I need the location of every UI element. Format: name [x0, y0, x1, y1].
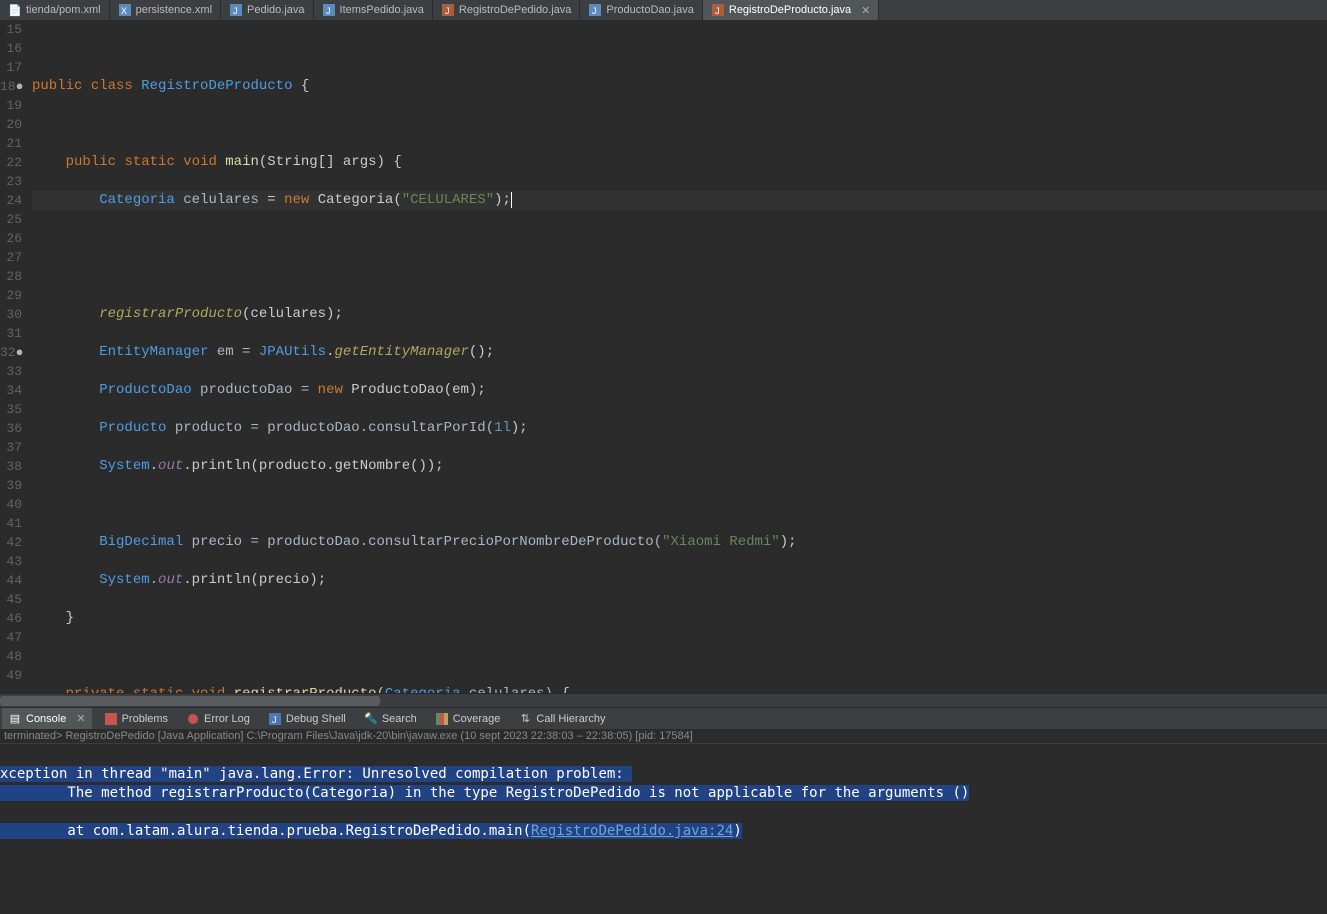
close-icon[interactable]: ✕ — [76, 712, 85, 725]
stacktrace-link[interactable]: RegistroDePedido.java:24 — [531, 823, 733, 839]
scrollbar-thumb[interactable] — [0, 696, 380, 706]
debug-icon: J — [268, 712, 282, 726]
java-icon: J — [322, 3, 336, 17]
debugshell-tab[interactable]: J Debug Shell — [262, 708, 352, 729]
line-gutter: 15 16 17 18● 19 20 21 22 23 24 25 26 27 … — [0, 20, 28, 693]
console-stacktrace: at com.latam.alura.tienda.prueba.Registr… — [0, 823, 742, 839]
console-status: terminated> RegistroDePedido [Java Appli… — [0, 729, 1327, 744]
tab-label: RegistroDePedido.java — [459, 4, 572, 16]
java-icon: J — [588, 3, 602, 17]
tab-registroproducto[interactable]: J RegistroDeProducto.java ✕ — [703, 0, 880, 20]
search-tab[interactable]: 🔦 Search — [358, 708, 423, 729]
tab-label: persistence.xml — [136, 4, 212, 16]
svg-text:J: J — [272, 715, 277, 725]
close-icon[interactable]: ✕ — [861, 4, 870, 17]
horizontal-scrollbar[interactable]: ‹ — [0, 693, 1327, 707]
tab-persistence[interactable]: X persistence.xml — [110, 0, 221, 20]
editor-tabbar: 📄 tienda/pom.xml X persistence.xml J Ped… — [0, 0, 1327, 20]
console-error-line: The method registrarProducto(Categoria) … — [0, 785, 969, 801]
coverage-icon — [435, 712, 449, 726]
tab-label: tienda/pom.xml — [26, 4, 101, 16]
problems-icon — [104, 712, 118, 726]
console-output[interactable]: xception in thread "main" java.lang.Erro… — [0, 744, 1327, 914]
tab-productodao[interactable]: J ProductoDao.java — [580, 0, 702, 20]
callhierarchy-tab[interactable]: ⇅ Call Hierarchy — [512, 708, 611, 729]
problems-tab[interactable]: Problems — [98, 708, 174, 729]
console-error-line: xception in thread "main" java.lang.Erro… — [0, 766, 632, 782]
errorlog-tab[interactable]: Error Log — [180, 708, 256, 729]
coverage-tab[interactable]: Coverage — [429, 708, 507, 729]
svg-text:J: J — [445, 6, 450, 16]
tab-registropedido[interactable]: J RegistroDePedido.java — [433, 0, 581, 20]
tab-label: RegistroDeProducto.java — [729, 4, 851, 16]
code-area[interactable]: public class RegistroDeProducto { public… — [28, 20, 1327, 693]
svg-text:X: X — [121, 6, 127, 16]
svg-text:J: J — [233, 6, 238, 16]
tab-label: ProductoDao.java — [606, 4, 693, 16]
tab-label: Pedido.java — [247, 4, 305, 16]
svg-text:J: J — [715, 6, 720, 16]
code-editor[interactable]: 15 16 17 18● 19 20 21 22 23 24 25 26 27 … — [0, 20, 1327, 693]
tab-itemspedido[interactable]: J ItemsPedido.java — [314, 0, 433, 20]
tab-label: ItemsPedido.java — [340, 4, 424, 16]
java-icon: J — [229, 3, 243, 17]
console-icon: ▤ — [8, 712, 22, 726]
svg-text:J: J — [326, 6, 331, 16]
java-icon: J — [441, 3, 455, 17]
tab-pom[interactable]: 📄 tienda/pom.xml — [0, 0, 110, 20]
tab-pedido[interactable]: J Pedido.java — [221, 0, 314, 20]
errorlog-icon — [186, 712, 200, 726]
svg-text:J: J — [592, 6, 597, 16]
xml-icon: X — [118, 3, 132, 17]
hierarchy-icon: ⇅ — [518, 712, 532, 726]
search-icon: 🔦 — [364, 712, 378, 726]
bottom-panel-tabs: ▤ Console ✕ Problems Error Log J Debug S… — [0, 707, 1327, 729]
console-tab[interactable]: ▤ Console ✕ — [2, 708, 92, 729]
java-icon: J — [711, 3, 725, 17]
xml-icon: 📄 — [8, 3, 22, 17]
